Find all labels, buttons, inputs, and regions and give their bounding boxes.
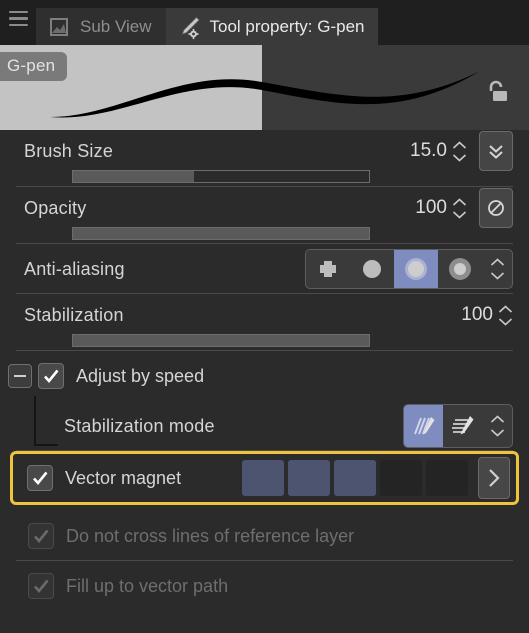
do-not-cross-lines-label: Do not cross lines of reference layer <box>66 525 355 546</box>
tab-sub-view[interactable]: Sub View <box>36 8 166 45</box>
brush-stroke-preview <box>50 71 480 118</box>
stabilization-mode-spinner[interactable] <box>482 407 512 445</box>
pencil-gear-icon <box>176 14 202 40</box>
hamburger-line <box>8 10 28 14</box>
anti-aliasing-spinner[interactable] <box>482 250 512 288</box>
unlock-icon[interactable] <box>481 77 511 112</box>
minus-glyph <box>14 375 26 377</box>
anti-aliasing-strong-icon[interactable] <box>438 250 482 288</box>
fill-up-to-vector-path-checkbox <box>28 573 54 599</box>
tab-bar: Sub View Tool property: G-pen <box>0 0 529 45</box>
row-fill-up-to-vector-path: Fill up to vector path <box>0 561 529 611</box>
adjust-by-speed-label: Adjust by speed <box>76 365 205 386</box>
swatch-3[interactable] <box>334 460 376 496</box>
stabilization-slider-fill <box>73 335 369 346</box>
brush-size-label: Brush Size <box>24 140 114 161</box>
anti-aliasing-label: Anti-aliasing <box>24 258 125 279</box>
anti-aliasing-weak-icon[interactable] <box>350 250 394 288</box>
anti-aliasing-none-icon[interactable] <box>306 250 350 288</box>
row-anti-aliasing[interactable]: Anti-aliasing <box>0 244 529 294</box>
brush-size-value-group: 15.0 <box>401 131 513 171</box>
stabilization-spinner[interactable] <box>497 304 513 326</box>
opacity-slider[interactable] <box>72 227 370 240</box>
row-stabilization-mode[interactable]: Stabilization mode <box>0 401 529 451</box>
stabilization-value[interactable]: 100 <box>447 304 493 326</box>
tab-tool-property-label: Tool property: G-pen <box>209 16 365 36</box>
hamburger-menu-icon[interactable] <box>0 0 36 45</box>
chevron-right-icon[interactable] <box>478 457 510 499</box>
vector-magnet-label: Vector magnet <box>65 467 182 488</box>
minus-box-icon[interactable] <box>8 364 32 388</box>
tree-connector-line <box>34 396 58 446</box>
stabilizer-taper-icon[interactable] <box>443 405 482 447</box>
sub-view-icon <box>46 14 72 40</box>
row-opacity[interactable]: Opacity 100 <box>0 187 529 244</box>
stabilizer-lines-icon[interactable] <box>404 405 443 447</box>
double-chevron-down-icon[interactable] <box>479 131 513 171</box>
stabilization-slider[interactable] <box>72 334 370 347</box>
row-adjust-by-speed[interactable]: Adjust by speed <box>0 351 529 401</box>
vector-magnet-checkbox[interactable] <box>27 465 53 491</box>
opacity-slider-fill <box>73 228 369 239</box>
opacity-value[interactable]: 100 <box>401 197 447 219</box>
opacity-value-group: 100 <box>401 188 513 228</box>
opacity-spinner[interactable] <box>451 197 467 219</box>
tool-property-panel: Sub View Tool property: G-pen G-pen Brus… <box>0 0 529 633</box>
brush-preview[interactable]: G-pen <box>0 45 529 130</box>
brush-size-slider-fill <box>73 171 195 182</box>
hamburger-line <box>8 23 28 27</box>
brush-size-value[interactable]: 15.0 <box>401 140 447 162</box>
stabilization-label: Stabilization <box>24 304 124 325</box>
no-pressure-icon[interactable] <box>479 188 513 228</box>
row-vector-magnet[interactable]: Vector magnet <box>10 451 519 505</box>
row-stabilization[interactable]: Stabilization 100 <box>0 294 529 351</box>
stabilization-mode-options <box>403 404 513 448</box>
tab-tool-property[interactable]: Tool property: G-pen <box>165 8 379 45</box>
property-list: Brush Size 15.0 Opacity 100 Anti-aliasin… <box>0 130 529 611</box>
swatch-1[interactable] <box>242 460 284 496</box>
swatch-5[interactable] <box>426 460 468 496</box>
anti-aliasing-medium-icon[interactable] <box>394 250 438 288</box>
do-not-cross-lines-checkbox <box>28 523 54 549</box>
swatch-4[interactable] <box>380 460 422 496</box>
brush-name-label: G-pen <box>0 52 68 81</box>
stabilization-value-group: 100 <box>447 304 513 326</box>
brush-size-slider[interactable] <box>72 170 370 183</box>
fill-up-to-vector-path-label: Fill up to vector path <box>66 575 229 596</box>
anti-aliasing-options <box>305 249 513 289</box>
tab-sub-view-label: Sub View <box>80 16 152 36</box>
hamburger-line <box>8 17 28 20</box>
row-do-not-cross-lines: Do not cross lines of reference layer <box>0 511 529 561</box>
brush-size-spinner[interactable] <box>451 140 467 162</box>
row-brush-size[interactable]: Brush Size 15.0 <box>0 130 529 187</box>
vector-magnet-swatches <box>242 457 510 499</box>
opacity-label: Opacity <box>24 197 87 218</box>
swatch-2[interactable] <box>288 460 330 496</box>
adjust-by-speed-checkbox[interactable] <box>38 363 64 389</box>
